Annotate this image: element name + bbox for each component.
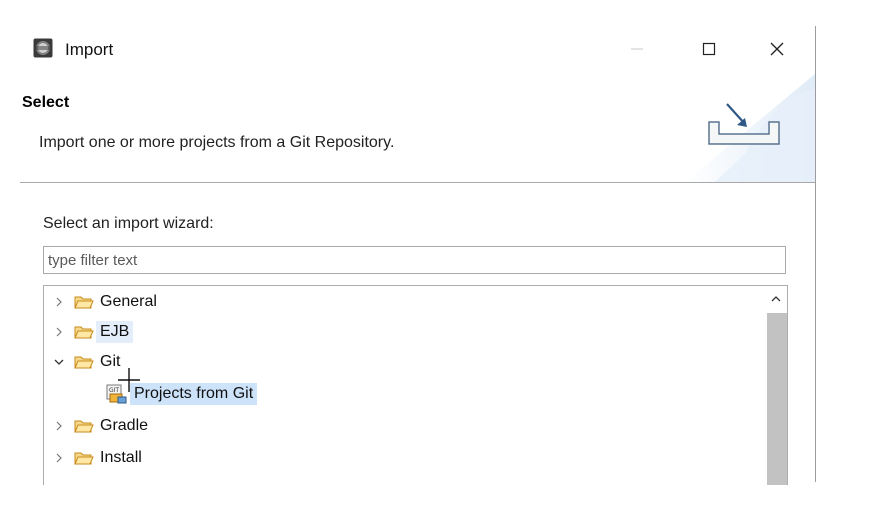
page-description: Import one or more projects from a Git R…	[39, 134, 395, 151]
chevron-right-icon[interactable]	[52, 451, 66, 465]
tree-item-label: General	[100, 293, 157, 310]
import-dialog: Import Select Import one or more project…	[20, 22, 815, 485]
minimize-button[interactable]	[624, 36, 650, 62]
tree-item-label: Projects from Git	[130, 383, 258, 405]
maximize-button[interactable]	[696, 36, 722, 62]
window-title: Import	[65, 40, 114, 59]
maximize-icon	[702, 42, 716, 56]
tree-item-git[interactable]: Git	[52, 348, 124, 376]
minimize-icon	[631, 48, 643, 50]
tree-item-label: EJB	[96, 321, 134, 343]
wizard-tree[interactable]: General EJB Git GIT Projects from Git Gr…	[43, 285, 788, 485]
wizard-list-label: Select an import wizard:	[43, 215, 214, 232]
wizard-header: Select Import one or more projects from …	[20, 74, 815, 182]
chevron-down-icon[interactable]	[52, 355, 66, 369]
tree-scrollbar[interactable]	[765, 286, 787, 485]
close-button[interactable]	[764, 36, 790, 62]
folder-icon	[74, 326, 94, 339]
tree-item-gradle[interactable]: Gradle	[52, 412, 152, 440]
filter-input[interactable]	[43, 246, 786, 274]
chevron-right-icon[interactable]	[52, 419, 66, 433]
chevron-right-icon[interactable]	[52, 325, 66, 339]
wizard-body: Select an import wizard: General	[20, 183, 815, 485]
scroll-thumb[interactable]	[767, 313, 787, 485]
crosshair-cursor-icon	[118, 368, 140, 392]
import-tray-icon	[685, 74, 815, 182]
close-icon	[770, 42, 784, 56]
tree-item-label: Install	[100, 449, 142, 466]
tree-item-install[interactable]: Install	[52, 444, 146, 472]
eclipse-icon	[33, 38, 53, 58]
tree-item-general[interactable]: General	[52, 288, 161, 316]
folder-icon	[74, 452, 94, 465]
chevron-right-icon[interactable]	[52, 295, 66, 309]
chevron-up-icon	[771, 296, 781, 302]
folder-icon	[74, 356, 94, 369]
folder-icon	[74, 420, 94, 433]
page-title: Select	[22, 94, 70, 111]
folder-icon	[74, 296, 94, 309]
tree-item-ejb[interactable]: EJB	[52, 318, 134, 346]
dialog-border	[815, 26, 816, 482]
scroll-up-button[interactable]	[765, 286, 787, 312]
tree-item-label: Gradle	[100, 417, 149, 434]
title-bar[interactable]: Import	[20, 22, 815, 74]
